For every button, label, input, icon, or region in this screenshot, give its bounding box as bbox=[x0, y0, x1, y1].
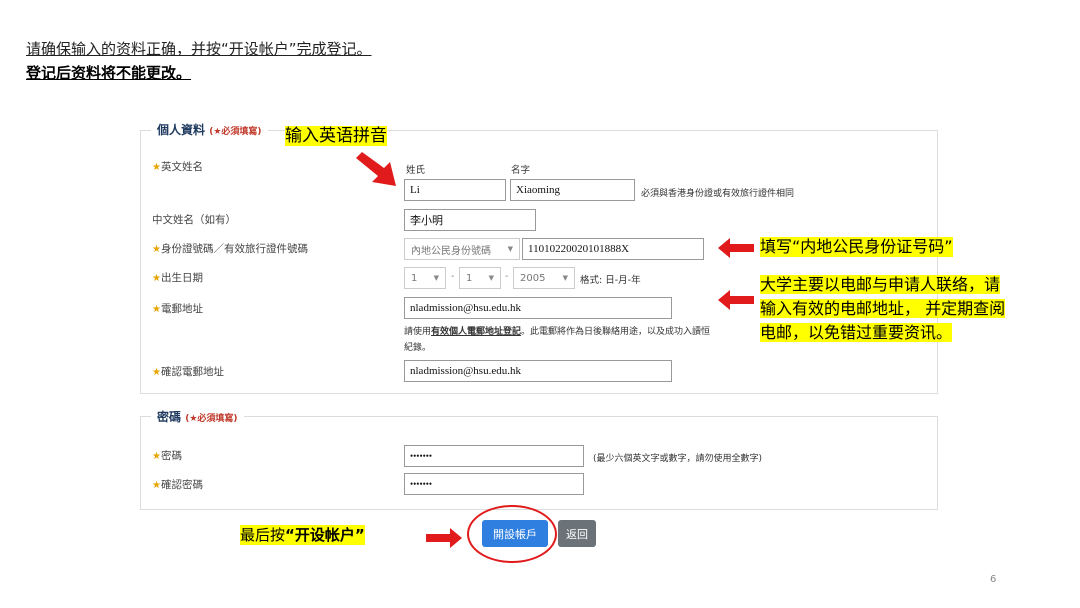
page-number: 6 bbox=[990, 574, 997, 585]
id-annotation: 填写“内地公民身份证号码” bbox=[760, 237, 953, 257]
required-star-icon: ★ bbox=[152, 162, 161, 173]
password-legend: 密碼 (★必須填寫) bbox=[151, 408, 244, 425]
chevron-down-icon: ▼ bbox=[562, 274, 568, 282]
arrow-down-right-icon bbox=[356, 152, 396, 186]
english-name-note: 必須與香港身份證或有效旅行證件相同 bbox=[641, 189, 795, 199]
email-input[interactable]: nladmission@hsu.edu.hk bbox=[404, 297, 672, 319]
required-note: (★必須填寫) bbox=[185, 414, 238, 424]
chinese-name-input[interactable]: 李小明 bbox=[404, 209, 536, 231]
required-note: (★必須填寫) bbox=[209, 127, 262, 137]
dob-day-select[interactable]: 1 ▼ bbox=[404, 267, 446, 289]
id-type-value: 內地公民身份號碼 bbox=[411, 245, 491, 257]
required-star-icon: ★ bbox=[152, 304, 161, 315]
confirm-email-input[interactable]: nladmission@hsu.edu.hk bbox=[404, 360, 672, 382]
confirm-email-label: ★確認電郵地址 bbox=[152, 366, 224, 378]
arrow-right-icon bbox=[426, 528, 462, 548]
password-hint: (最少六個英文字或數字，請勿使用全數字) bbox=[593, 454, 763, 464]
email-hint: 請使用有效個人電郵地址登記。此電郵將作為日後聯絡用途，以及成功入讀恒 bbox=[404, 327, 711, 337]
arrow-left-icon bbox=[718, 238, 754, 258]
given-name-input[interactable]: Xiaoming bbox=[510, 179, 635, 201]
intro-line-1: 请确保输入的资料正确，并按“开设帐户”完成登记。 bbox=[26, 40, 372, 58]
chevron-down-icon: ▼ bbox=[488, 274, 494, 282]
chevron-down-icon: ▼ bbox=[433, 274, 439, 282]
dob-separator: - bbox=[505, 271, 509, 282]
pinyin-annotation: 输入英语拼音 bbox=[285, 126, 387, 146]
surname-label: 姓氏 bbox=[406, 165, 426, 176]
back-button[interactable]: 返回 bbox=[558, 520, 596, 547]
dob-year-select[interactable]: 2005 ▼ bbox=[513, 267, 575, 289]
required-star-icon: ★ bbox=[152, 367, 161, 378]
english-name-label: ★英文姓名 bbox=[152, 161, 203, 173]
intro-line-2: 登记后资料将不能更改。 bbox=[26, 64, 192, 82]
chevron-down-icon: ▼ bbox=[507, 245, 513, 253]
id-type-select[interactable]: 內地公民身份號碼 ▼ bbox=[404, 238, 520, 260]
id-number-input[interactable]: 11010220020101888X bbox=[522, 238, 704, 260]
confirm-password-input[interactable]: ••••••• bbox=[404, 473, 584, 495]
dob-format-hint: 格式: 日-月-年 bbox=[580, 275, 641, 286]
password-label: ★密碼 bbox=[152, 450, 182, 462]
email-label: ★電郵地址 bbox=[152, 303, 203, 315]
dob-separator: - bbox=[451, 271, 455, 282]
given-name-label: 名字 bbox=[511, 165, 531, 176]
final-step-annotation: 最后按“开设帐户” bbox=[240, 525, 365, 545]
dob-month-select[interactable]: 1 ▼ bbox=[459, 267, 501, 289]
id-number-label: ★身份證號碼／有效旅行證件號碼 bbox=[152, 243, 308, 255]
password-title: 密碼 bbox=[157, 410, 182, 424]
personal-info-title: 個人資料 bbox=[157, 123, 206, 137]
dob-label: ★出生日期 bbox=[152, 272, 203, 284]
confirm-password-label: ★確認密碼 bbox=[152, 479, 203, 491]
email-hint-line-2: 紀錄。 bbox=[404, 343, 432, 353]
required-star-icon: ★ bbox=[152, 273, 161, 284]
highlight-circle bbox=[467, 505, 557, 563]
required-star-icon: ★ bbox=[152, 480, 161, 491]
email-annotation: 大学主要以电邮与申请人联络，请 输入有效的电邮地址， 并定期查阅 电邮，以免错过… bbox=[760, 275, 1006, 342]
required-star-icon: ★ bbox=[152, 451, 161, 462]
required-star-icon: ★ bbox=[152, 244, 161, 255]
personal-info-legend: 個人資料 (★必須填寫) bbox=[151, 121, 268, 138]
personal-info-section bbox=[140, 130, 938, 394]
surname-input[interactable]: Li bbox=[404, 179, 506, 201]
chinese-name-label: 中文姓名（如有） bbox=[152, 214, 236, 226]
arrow-left-icon bbox=[718, 290, 754, 310]
password-input[interactable]: ••••••• bbox=[404, 445, 584, 467]
